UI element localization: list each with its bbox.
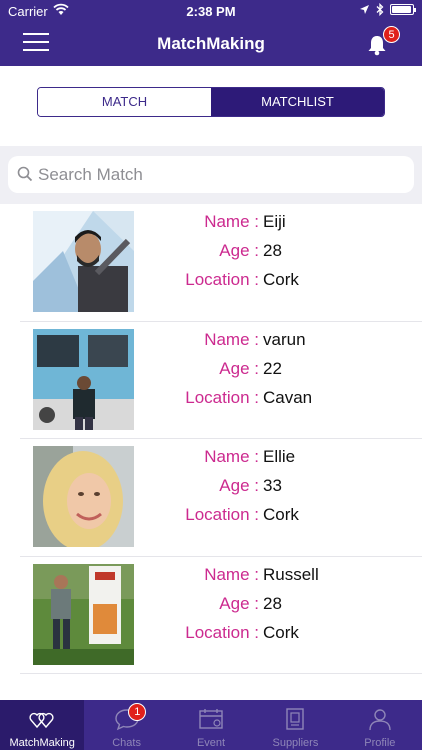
age-label: Age : [219,476,259,495]
chat-badge: 1 [128,703,147,721]
location-arrow-icon [360,5,369,14]
match-age: 22 [263,358,282,378]
search-box[interactable] [8,156,414,193]
search-bar [0,146,422,204]
tab-suppliers[interactable]: Suppliers [253,700,337,750]
search-input[interactable] [38,156,398,193]
name-label: Name : [204,447,259,466]
profile-photo [33,563,134,665]
match-location: Cavan [263,387,313,407]
navigation-bar: MatchMaking 5 [0,22,422,66]
match-location: Cork [263,622,299,642]
tab-event[interactable]: Event [169,700,253,750]
match-age: 28 [263,241,282,260]
notification-badge: 5 [383,26,400,43]
location-label: Location : [185,270,259,289]
tab-label: Event [196,737,226,749]
profile-photo [33,446,134,547]
name-label: Name : [204,212,259,231]
tab-label: MatchMaking [9,737,75,749]
tab-label: Chats [112,737,141,749]
match-age: 28 [263,593,282,613]
page-title: MatchMaking [157,34,265,53]
match-location: Cork [263,505,299,524]
match-name: Eiji [263,212,286,231]
location-label: Location : [185,505,259,524]
match-row[interactable]: Name : Russell Age : 28 Location : Cork [20,557,422,674]
supplier-book-icon [286,708,305,730]
age-label: Age : [219,241,259,260]
location-label: Location : [185,622,259,642]
search-icon [17,166,33,182]
battery-icon [390,4,416,15]
person-icon [369,709,391,731]
match-row[interactable]: Name : varun Age : 22 Location : Cavan [20,322,422,439]
match-name: Russell [263,564,319,584]
bluetooth-icon [376,3,384,16]
name-label: Name : [204,329,259,349]
name-label: Name : [204,564,259,584]
match-age: 33 [263,476,282,495]
match-name: varun [263,329,306,349]
age-label: Age : [219,593,259,613]
bottom-tab-bar: MatchMaking 1 Chats Event Suppliers Prof… [0,700,422,750]
tab-label: Suppliers [272,737,319,749]
age-label: Age : [219,358,259,378]
match-segmented-control: MATCH MATCHLIST [37,87,385,117]
tab-label: Profile [364,737,396,749]
match-list: Name : Eiji Age : 28 Location : Cork Nam… [0,204,422,674]
tab-matchlist[interactable]: MATCHLIST [211,88,384,116]
location-label: Location : [185,387,259,407]
match-name: Ellie [263,447,296,466]
status-bar: Carrier 2:38 PM [0,0,422,22]
tab-match[interactable]: MATCH [38,88,211,116]
profile-photo [33,211,134,312]
match-location: Cork [263,270,299,289]
match-row[interactable]: Name : Ellie Age : 33 Location : Cork [20,439,422,557]
tab-chats[interactable]: 1 Chats [84,700,168,750]
calendar-icon [199,709,223,729]
tab-matchmaking[interactable]: MatchMaking [0,700,85,750]
match-row[interactable]: Name : Eiji Age : 28 Location : Cork [20,204,422,322]
hearts-icon [29,712,54,729]
tab-profile[interactable]: Profile [338,700,422,750]
profile-photo [33,328,134,430]
